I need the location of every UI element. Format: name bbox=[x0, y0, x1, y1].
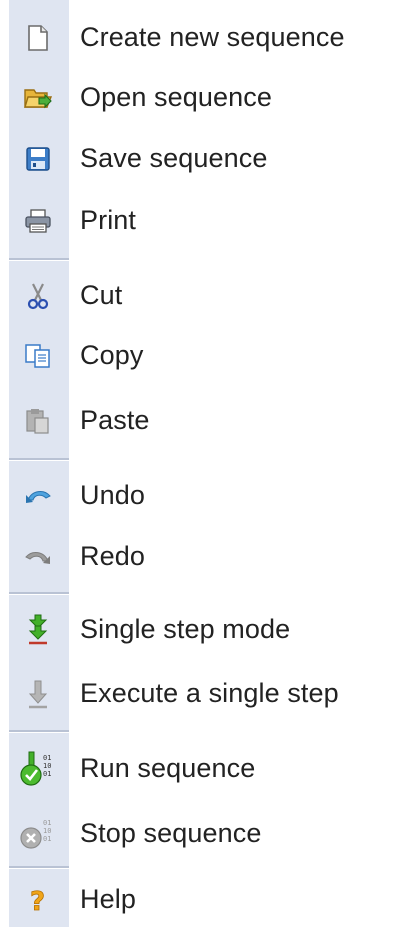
svg-text:01: 01 bbox=[43, 835, 51, 843]
menu-item-help[interactable]: ? Help bbox=[0, 874, 403, 926]
scissors-icon bbox=[18, 276, 58, 316]
svg-text:01: 01 bbox=[43, 754, 51, 762]
menu-item-label: Print bbox=[80, 204, 137, 235]
menu-item-label: Cut bbox=[80, 279, 123, 310]
menu-item-create-new-sequence[interactable]: Create new sequence bbox=[0, 12, 403, 64]
printer-icon bbox=[18, 201, 58, 241]
open-folder-icon bbox=[18, 78, 58, 118]
menu-separator bbox=[9, 592, 69, 595]
menu-item-label: Create new sequence bbox=[80, 21, 345, 52]
context-menu: Create new sequence Open sequence Save s… bbox=[0, 0, 403, 927]
stop-sequence-icon: 01 10 01 bbox=[18, 814, 58, 854]
execute-step-icon bbox=[18, 674, 58, 714]
menu-item-label: Save sequence bbox=[80, 142, 268, 173]
menu-item-label: Execute a single step bbox=[80, 677, 339, 708]
menu-item-print[interactable]: Print bbox=[0, 195, 403, 247]
menu-item-label: Copy bbox=[80, 339, 144, 370]
menu-item-label: Run sequence bbox=[80, 752, 256, 783]
menu-item-cut[interactable]: Cut bbox=[0, 270, 403, 322]
menu-item-execute-single-step[interactable]: Execute a single step bbox=[0, 668, 403, 720]
save-floppy-icon bbox=[18, 139, 58, 179]
undo-icon bbox=[18, 476, 58, 516]
svg-text:01: 01 bbox=[43, 770, 51, 778]
single-step-mode-icon bbox=[18, 610, 58, 650]
paste-icon bbox=[18, 401, 58, 441]
menu-item-copy[interactable]: Copy bbox=[0, 330, 403, 382]
help-icon: ? bbox=[18, 880, 58, 920]
menu-item-single-step-mode[interactable]: Single step mode bbox=[0, 604, 403, 656]
menu-separator bbox=[9, 730, 69, 733]
svg-text:10: 10 bbox=[43, 762, 51, 770]
menu-item-open-sequence[interactable]: Open sequence bbox=[0, 72, 403, 124]
menu-item-run-sequence[interactable]: 01 10 01 Run sequence bbox=[0, 743, 403, 795]
menu-item-paste[interactable]: Paste bbox=[0, 395, 403, 447]
menu-item-stop-sequence[interactable]: 01 10 01 Stop sequence bbox=[0, 808, 403, 860]
redo-icon bbox=[18, 537, 58, 577]
svg-text:?: ? bbox=[30, 887, 45, 914]
svg-text:10: 10 bbox=[43, 827, 51, 835]
menu-separator bbox=[9, 458, 69, 461]
menu-item-label: Undo bbox=[80, 479, 145, 510]
menu-item-save-sequence[interactable]: Save sequence bbox=[0, 133, 403, 185]
menu-item-label: Paste bbox=[80, 404, 150, 435]
menu-item-redo[interactable]: Redo bbox=[0, 531, 403, 583]
run-sequence-icon: 01 10 01 bbox=[18, 749, 58, 789]
menu-item-label: Redo bbox=[80, 540, 145, 571]
menu-item-label: Stop sequence bbox=[80, 817, 262, 848]
menu-separator bbox=[9, 258, 69, 261]
menu-item-label: Help bbox=[80, 883, 136, 914]
menu-item-undo[interactable]: Undo bbox=[0, 470, 403, 522]
new-document-icon bbox=[18, 18, 58, 58]
menu-item-label: Single step mode bbox=[80, 613, 291, 644]
copy-icon bbox=[18, 336, 58, 376]
menu-separator bbox=[9, 866, 69, 869]
svg-text:01: 01 bbox=[43, 819, 51, 827]
menu-item-label: Open sequence bbox=[80, 81, 272, 112]
